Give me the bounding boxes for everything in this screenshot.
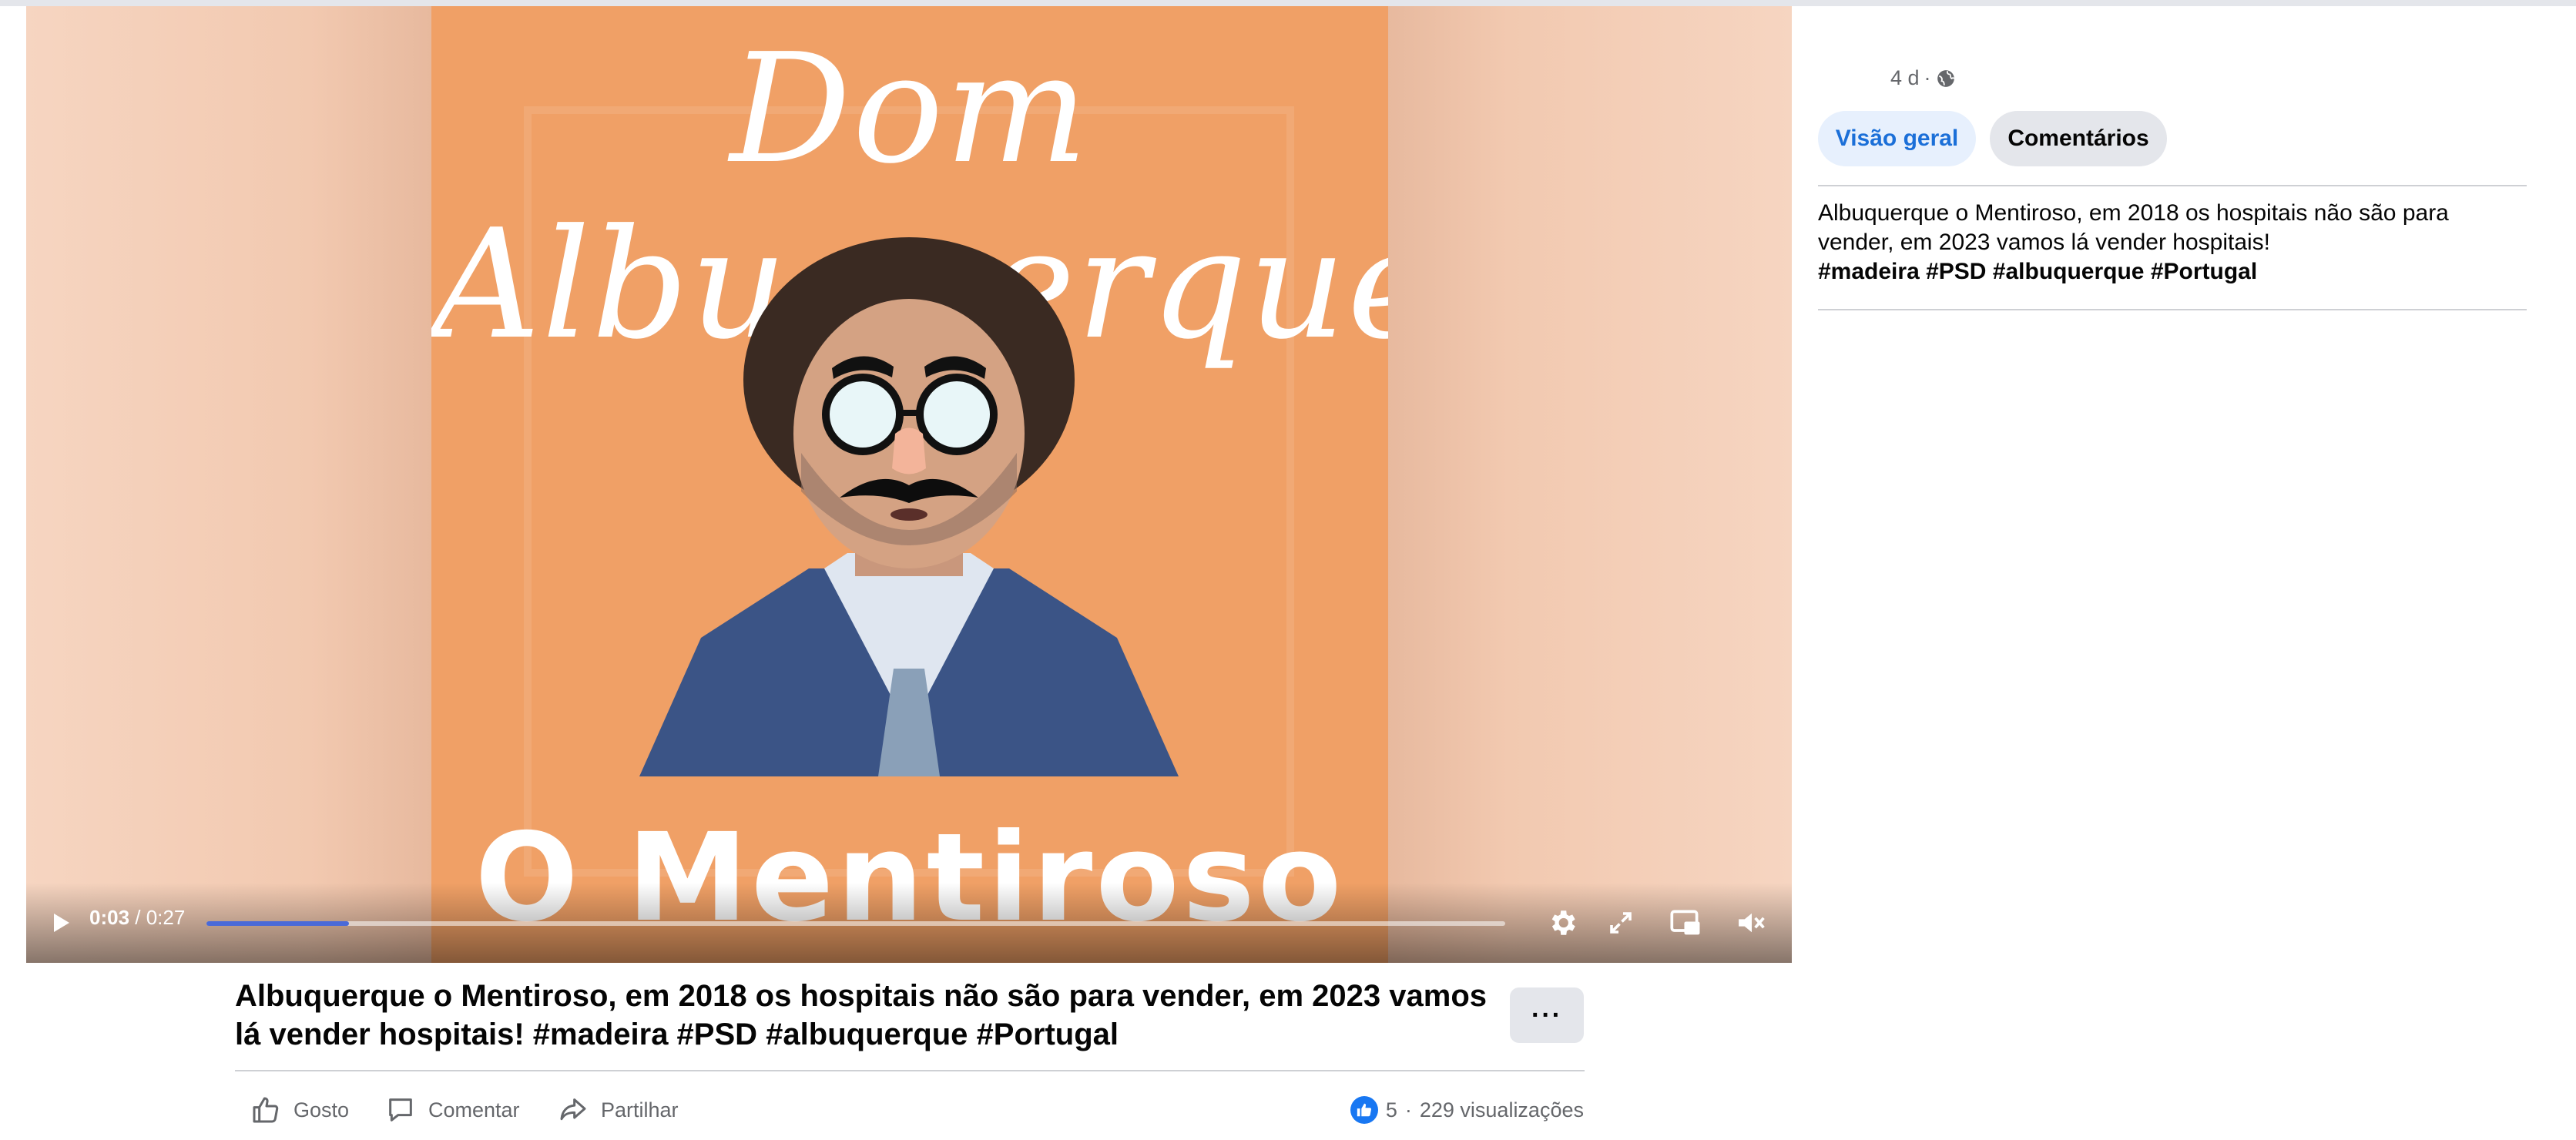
post-description: Albuquerque o Mentiroso, em 2018 os hosp… — [1818, 199, 2511, 287]
portrait-mouth — [891, 508, 927, 521]
video-frame-poster: Dom Albuquerque — [431, 6, 1388, 963]
video-blurred-backdrop-left — [26, 6, 431, 963]
settings-button[interactable] — [1541, 901, 1584, 944]
portrait-nose — [892, 428, 926, 474]
video-player[interactable]: Dom Albuquerque — [26, 6, 1792, 963]
fullscreen-icon — [1610, 912, 1632, 934]
thumbs-up-icon — [253, 1097, 279, 1123]
fullscreen-button[interactable] — [1599, 901, 1642, 944]
description-line-1: Albuquerque o Mentiroso, em 2018 os hosp… — [1818, 200, 2449, 226]
like-button[interactable]: Gosto — [250, 1091, 349, 1129]
post-meta: 4 d · — [1890, 66, 1956, 90]
post-stats: 5 · 229 visualizações — [1350, 1091, 1584, 1129]
post-title: Albuquerque o Mentiroso, em 2018 os hosp… — [235, 977, 1498, 1054]
panel-divider-bottom — [1818, 309, 2527, 310]
video-controls-bar: 0:03 / 0:27 — [26, 883, 1792, 963]
portrait-image — [639, 237, 1179, 776]
post-age[interactable]: 4 d — [1890, 66, 1920, 90]
portrait-glasses-right — [916, 374, 998, 455]
comment-button[interactable]: Comentar — [385, 1091, 520, 1129]
description-hashtags[interactable]: #madeira #PSD #albuquerque #Portugal — [1818, 257, 2511, 287]
reaction-count[interactable]: 5 — [1386, 1098, 1397, 1122]
play-icon — [54, 914, 69, 932]
globe-icon — [1937, 69, 1954, 87]
top-border — [0, 0, 2576, 6]
post-title-line-1: Albuquerque o Mentiroso, em 2018 os hosp… — [235, 979, 1487, 1013]
time-total: 0:27 — [146, 906, 186, 929]
stats-separator: · — [1404, 1098, 1412, 1122]
video-progress-fill — [206, 921, 350, 926]
panel-divider-top — [1818, 185, 2527, 186]
tab-comments[interactable]: Comentários — [1990, 111, 2167, 166]
mute-button[interactable] — [1730, 901, 1773, 944]
video-progress-bar[interactable] — [206, 921, 1505, 926]
video-time-display: 0:03 / 0:27 — [89, 906, 185, 930]
portrait-glasses-bridge — [898, 410, 921, 416]
post-title-line-2: lá vender hospitais! #madeira #PSD #albu… — [235, 1018, 1119, 1051]
tab-overview[interactable]: Visão geral — [1818, 111, 1976, 166]
share-label: Partilhar — [601, 1098, 679, 1122]
actions-divider — [235, 1070, 1585, 1071]
thumbs-up-filled-icon — [1357, 1103, 1371, 1117]
muted-speaker-icon — [1739, 913, 1765, 933]
video-blurred-backdrop-right — [1387, 6, 1792, 963]
share-arrow-icon — [560, 1098, 586, 1121]
portrait-glasses-left — [822, 374, 904, 455]
comment-label: Comentar — [428, 1098, 520, 1122]
settings-gear-icon — [1551, 910, 1575, 935]
like-reaction-badge[interactable] — [1350, 1096, 1378, 1124]
time-current: 0:03 — [89, 906, 130, 929]
share-button[interactable]: Partilhar — [558, 1091, 679, 1129]
like-label: Gosto — [293, 1098, 350, 1122]
picture-in-picture-icon — [1670, 910, 1700, 935]
picture-in-picture-button[interactable] — [1664, 901, 1707, 944]
meta-separator: · — [1924, 66, 1931, 89]
view-count: 229 visualizações — [1419, 1098, 1584, 1122]
play-button[interactable] — [39, 901, 82, 944]
description-line-2: vender, em 2023 vamos lá vender hospitai… — [1818, 230, 2271, 255]
time-separator: / — [129, 906, 146, 929]
more-options-button[interactable]: ··· — [1510, 987, 1584, 1043]
comment-bubble-icon — [389, 1098, 412, 1122]
